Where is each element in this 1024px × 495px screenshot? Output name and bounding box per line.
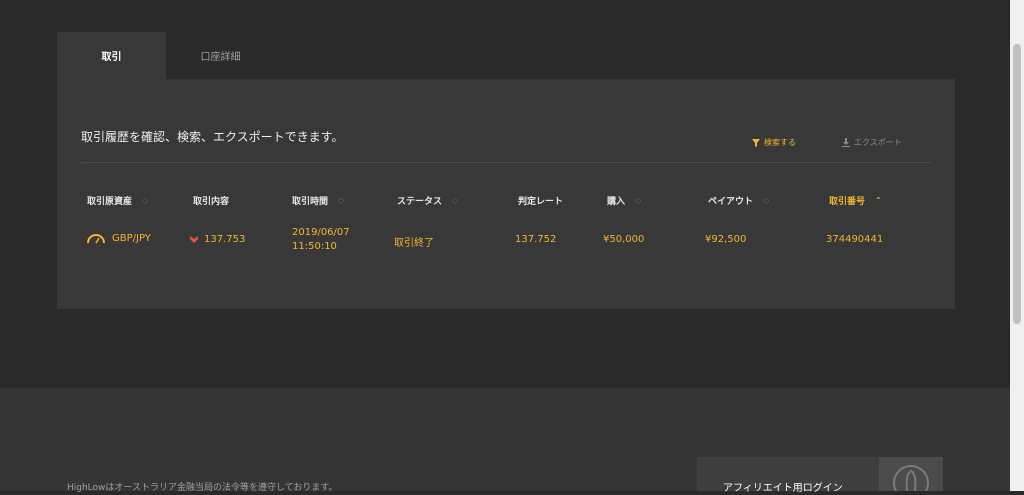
table-row-judgement-rate: 137.752 (515, 234, 557, 245)
sort-icon: ◇ (338, 195, 345, 205)
column-header-judgement-rate: 判定レート (518, 194, 563, 207)
column-header-asset[interactable]: 取引原資産 ◇ (87, 194, 148, 207)
affiliate-login-label: アフィリエイト用ログイン (723, 483, 843, 494)
trade-history-panel: 取引履歴を確認、検索、エクスポートできます。 検索する エクスポート 取引原資産… (57, 79, 955, 309)
asset-name: GBP/JPY (112, 233, 151, 244)
sort-icon: ◇ (142, 195, 149, 205)
header-label: ステータス (397, 197, 443, 207)
header-label: 取引内容 (193, 197, 230, 207)
column-header-content: 取引内容 (193, 194, 229, 207)
scrollbar-thumb[interactable] (1013, 44, 1021, 324)
sort-ascending-icon: ⌃ (875, 195, 882, 205)
table-row-trade-number: 374490441 (826, 234, 884, 245)
search-label: 検索する (764, 138, 796, 147)
sort-icon: ◇ (452, 195, 459, 205)
down-arrow-icon (190, 236, 198, 243)
export-button[interactable]: エクスポート (842, 137, 902, 148)
header-label: 判定レート (518, 197, 564, 207)
export-label: エクスポート (854, 138, 902, 147)
affiliate-icon-box (879, 457, 943, 495)
trade-time: 11:50:10 (292, 241, 337, 252)
table-row-time: 2019/06/07 11:50:10 (292, 226, 350, 254)
gauge-icon (87, 234, 105, 244)
content-rate: 137.753 (204, 234, 246, 245)
filter-icon (752, 138, 760, 147)
sort-icon: ◇ (763, 195, 770, 205)
sort-icon: ◇ (635, 195, 642, 205)
scrollbar[interactable] (1010, 0, 1024, 491)
column-header-status[interactable]: ステータス ◇ (397, 194, 458, 207)
tab-bar: 取引 口座詳細 (57, 32, 275, 79)
search-button[interactable]: 検索する (752, 137, 796, 148)
panel-description: 取引履歴を確認、検索、エクスポートできます。 (81, 130, 344, 144)
table-row-purchase: ¥50,000 (603, 234, 645, 245)
column-header-trade-number[interactable]: 取引番号 ⌃ (829, 194, 882, 207)
header-label: 取引原資産 (87, 197, 133, 207)
affiliate-logo-icon (893, 465, 929, 495)
table-row-content: 137.753 (190, 234, 245, 245)
divider (81, 162, 931, 163)
header-label: 取引時間 (292, 197, 329, 207)
table-row-status: 取引終了 (394, 238, 434, 249)
header-label: ペイアウト (708, 197, 754, 207)
affiliate-login-button[interactable]: アフィリエイト用ログイン (697, 457, 943, 495)
download-icon (842, 138, 850, 147)
column-header-purchase[interactable]: 購入 ◇ (607, 194, 641, 207)
column-header-payout[interactable]: ペイアウト ◇ (708, 194, 769, 207)
header-label: 購入 (607, 197, 626, 207)
legal-notice: HighLowはオーストラリア金融当局の法令等を遵守しております。 (67, 483, 338, 493)
header-label: 取引番号 (829, 197, 866, 207)
column-header-time[interactable]: 取引時間 ◇ (292, 194, 344, 207)
tab-trades[interactable]: 取引 (57, 32, 166, 79)
trade-date: 2019/06/07 (292, 227, 350, 238)
table-row-payout: ¥92,500 (705, 234, 747, 245)
tab-account-details[interactable]: 口座詳細 (166, 32, 275, 79)
table-row-asset: GBP/JPY (86, 233, 151, 244)
